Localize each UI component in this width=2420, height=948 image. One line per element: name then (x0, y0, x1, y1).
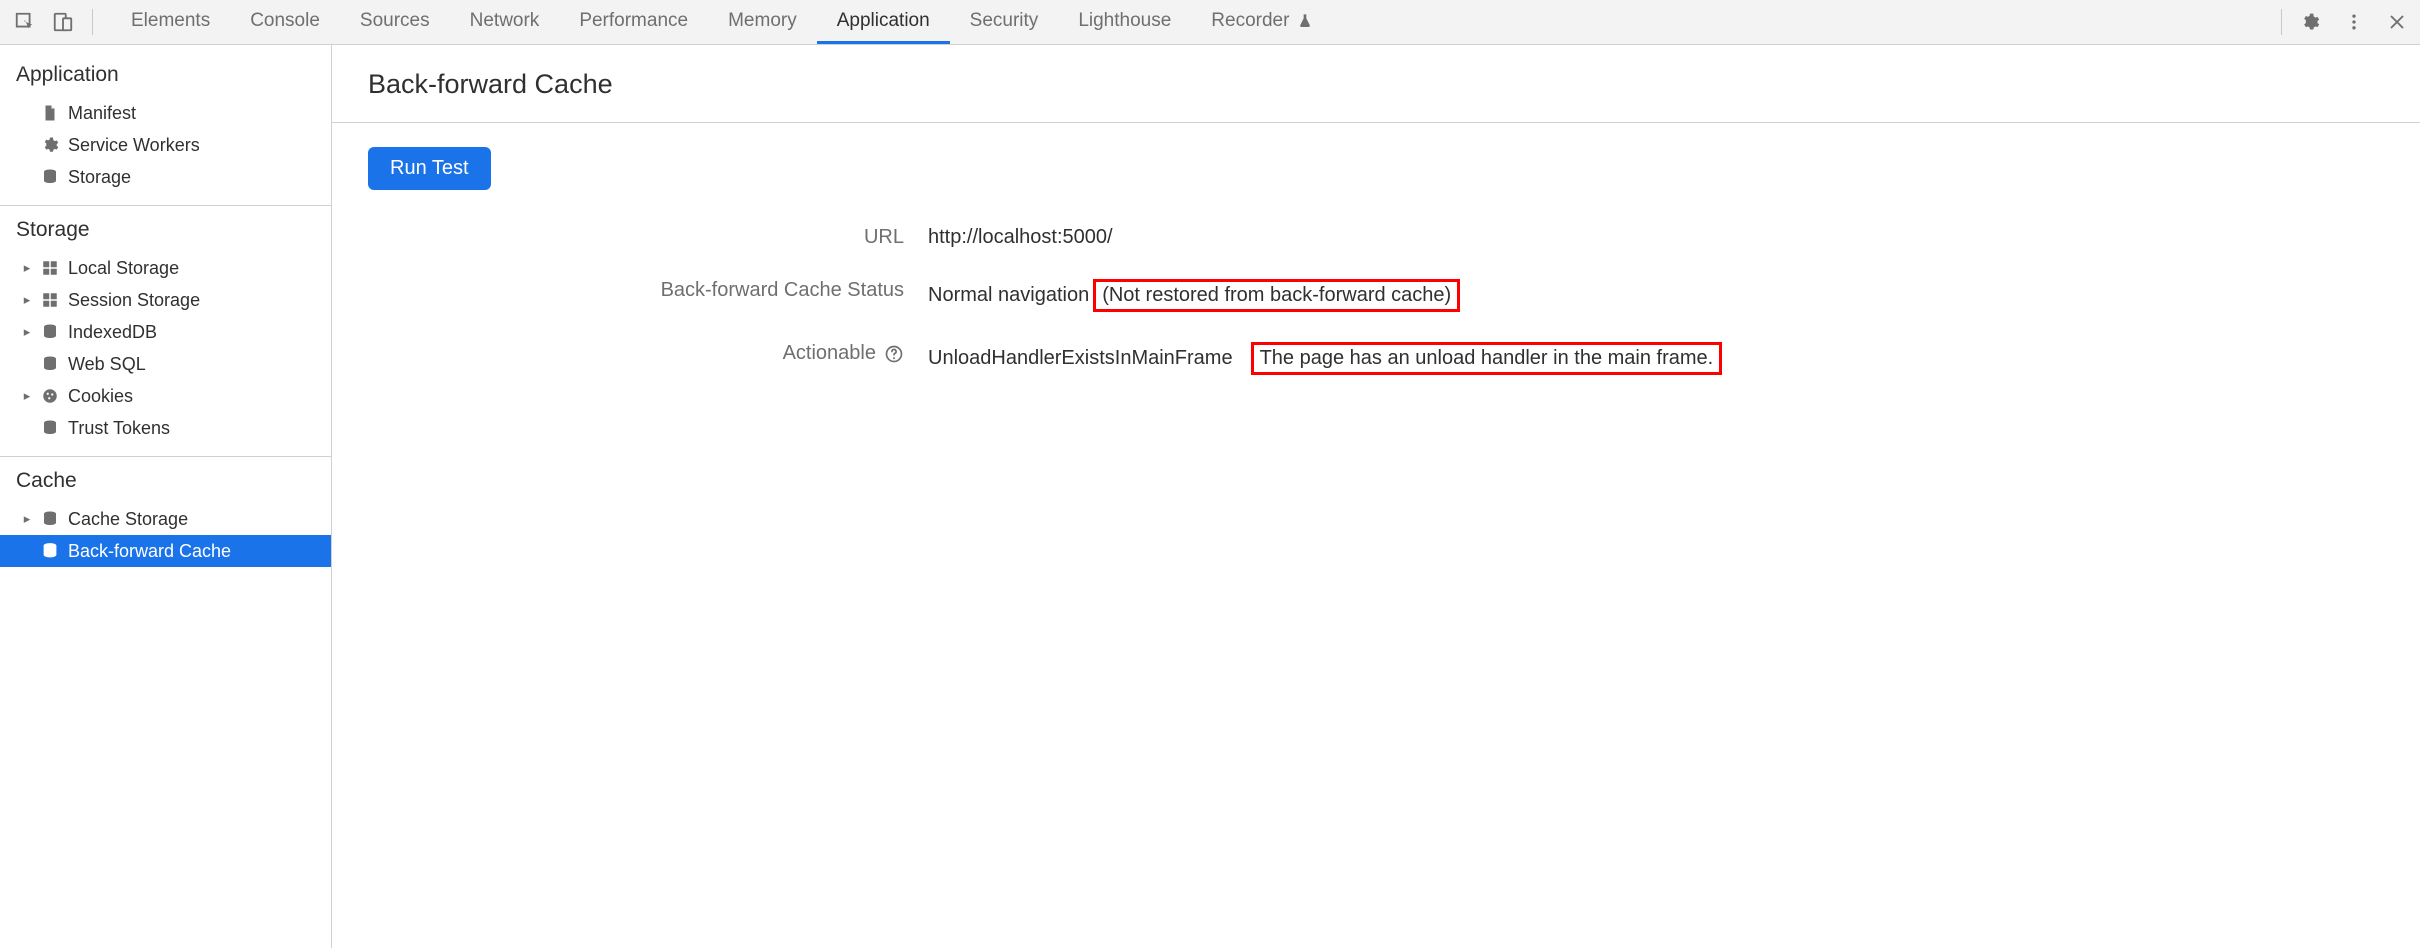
sidebar-item-label: Cookies (68, 386, 133, 407)
top-right-controls (2281, 9, 2406, 35)
sidebar-item-trust-tokens[interactable]: ▸ Trust Tokens (0, 412, 331, 444)
actionable-value: UnloadHandlerExistsInMainFrame The page … (928, 342, 2384, 375)
tab-recorder[interactable]: Recorder (1191, 0, 1333, 44)
tab-label: Sources (360, 10, 430, 32)
caret-icon: ▸ (22, 260, 32, 276)
database-icon (40, 541, 60, 561)
file-icon (40, 103, 60, 123)
tab-console[interactable]: Console (230, 0, 340, 44)
sidebar-item-storage[interactable]: ▸ Storage (0, 161, 331, 193)
database-icon (40, 418, 60, 438)
sidebar-items-storage: ▸ Local Storage ▸ Session Storage ▸ Inde… (0, 252, 331, 457)
sidebar-item-label: Storage (68, 167, 131, 188)
status-highlight: (Not restored from back-forward cache) (1093, 279, 1460, 312)
caret-icon: ▸ (22, 292, 32, 308)
tab-label: Performance (579, 10, 688, 32)
tab-security[interactable]: Security (950, 0, 1059, 44)
panel-tabs: Elements Console Sources Network Perform… (111, 0, 2281, 44)
sidebar-section-application: Application (0, 51, 331, 97)
device-toggle-icon[interactable] (52, 11, 74, 33)
sidebar-item-back-forward-cache[interactable]: ▸ Back-forward Cache (0, 535, 331, 567)
caret-icon: ▸ (22, 511, 32, 527)
gear-icon (40, 135, 60, 155)
actionable-label: Actionable (368, 342, 928, 365)
inspect-icon[interactable] (14, 11, 36, 33)
close-icon[interactable] (2388, 13, 2406, 31)
tab-label: Console (250, 10, 320, 32)
sidebar-item-local-storage[interactable]: ▸ Local Storage (0, 252, 331, 284)
sidebar-item-label: IndexedDB (68, 322, 157, 343)
sidebar-section-cache: Cache (0, 457, 331, 503)
tab-label: Application (837, 10, 930, 32)
tab-sources[interactable]: Sources (340, 0, 450, 44)
application-sidebar: Application ▸ Manifest ▸ Service Workers… (0, 45, 332, 948)
bfcache-status-label: Back-forward Cache Status (368, 279, 928, 302)
top-left-controls (14, 9, 93, 35)
sidebar-item-service-workers[interactable]: ▸ Service Workers (0, 129, 331, 161)
sidebar-item-indexeddb[interactable]: ▸ IndexedDB (0, 316, 331, 348)
url-label: URL (368, 226, 928, 249)
sidebar-section-storage: Storage (0, 206, 331, 252)
tab-network[interactable]: Network (450, 0, 560, 44)
info-grid: URL http://localhost:5000/ Back-forward … (368, 226, 2384, 375)
database-icon (40, 509, 60, 529)
status-prefix: Normal navigation (928, 284, 1089, 307)
database-icon (40, 354, 60, 374)
devtools-top-bar: Elements Console Sources Network Perform… (0, 0, 2420, 45)
tab-label: Elements (131, 10, 210, 32)
sidebar-item-cookies[interactable]: ▸ Cookies (0, 380, 331, 412)
caret-icon: ▸ (22, 324, 32, 340)
bfcache-status-value: Normal navigation (Not restored from bac… (928, 279, 2384, 312)
actionable-desc-highlight: The page has an unload handler in the ma… (1251, 342, 1723, 375)
grid-icon (40, 258, 60, 278)
sidebar-item-label: Session Storage (68, 290, 200, 311)
sidebar-item-label: Cache Storage (68, 509, 188, 530)
actionable-label-text: Actionable (783, 342, 876, 365)
main-split: Application ▸ Manifest ▸ Service Workers… (0, 45, 2420, 948)
sidebar-items-cache: ▸ Cache Storage ▸ Back-forward Cache (0, 503, 331, 579)
sidebar-item-session-storage[interactable]: ▸ Session Storage (0, 284, 331, 316)
tab-label: Network (470, 10, 540, 32)
database-icon (40, 322, 60, 342)
sidebar-item-label: Web SQL (68, 354, 146, 375)
tab-elements[interactable]: Elements (111, 0, 230, 44)
help-icon[interactable] (884, 344, 904, 364)
actionable-code: UnloadHandlerExistsInMainFrame (928, 347, 1233, 370)
sidebar-items-application: ▸ Manifest ▸ Service Workers ▸ Storage (0, 97, 331, 206)
sidebar-item-web-sql[interactable]: ▸ Web SQL (0, 348, 331, 380)
sidebar-item-label: Manifest (68, 103, 136, 124)
page-title: Back-forward Cache (332, 45, 2420, 123)
tab-application[interactable]: Application (817, 0, 950, 44)
content-body: Run Test URL http://localhost:5000/ Back… (332, 123, 2420, 399)
gear-icon[interactable] (2300, 12, 2320, 32)
run-test-button[interactable]: Run Test (368, 147, 491, 190)
sidebar-item-label: Trust Tokens (68, 418, 170, 439)
tab-label: Memory (728, 10, 797, 32)
content-pane: Back-forward Cache Run Test URL http://l… (332, 45, 2420, 948)
tab-lighthouse[interactable]: Lighthouse (1058, 0, 1191, 44)
cookie-icon (40, 386, 60, 406)
tab-label: Security (970, 10, 1039, 32)
url-value: http://localhost:5000/ (928, 226, 2384, 249)
sidebar-item-manifest[interactable]: ▸ Manifest (0, 97, 331, 129)
caret-icon: ▸ (22, 388, 32, 404)
kebab-icon[interactable] (2344, 12, 2364, 32)
database-icon (40, 167, 60, 187)
tab-memory[interactable]: Memory (708, 0, 817, 44)
sidebar-item-label: Back-forward Cache (68, 541, 231, 562)
sidebar-item-label: Local Storage (68, 258, 179, 279)
tab-performance[interactable]: Performance (559, 0, 708, 44)
tab-label: Lighthouse (1078, 10, 1171, 32)
grid-icon (40, 290, 60, 310)
sidebar-item-cache-storage[interactable]: ▸ Cache Storage (0, 503, 331, 535)
flask-icon (1297, 13, 1313, 29)
sidebar-item-label: Service Workers (68, 135, 200, 156)
tab-label: Recorder (1211, 10, 1289, 32)
